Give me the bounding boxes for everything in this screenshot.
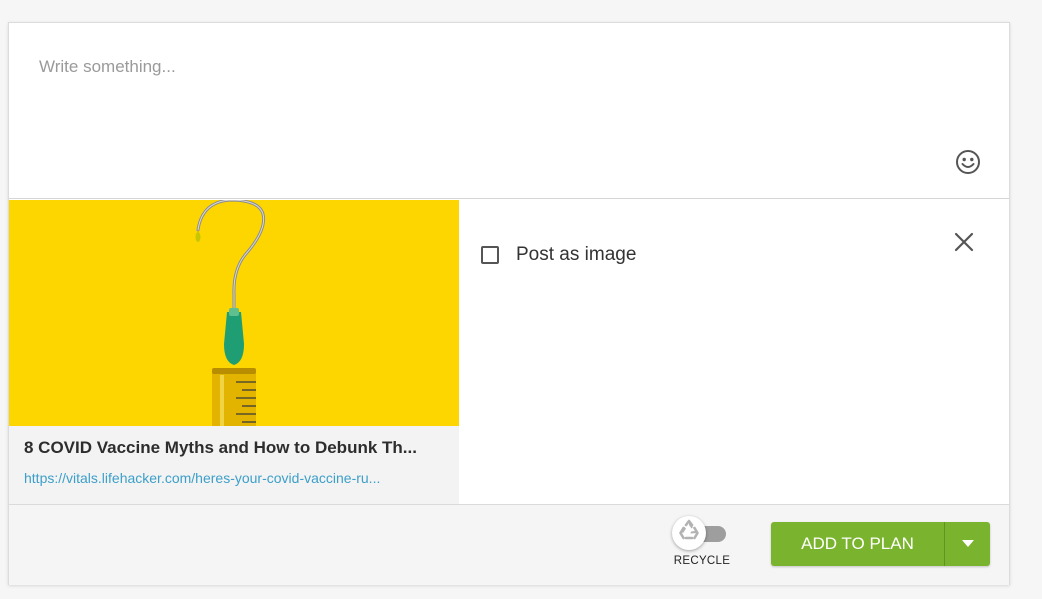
recycle-toggle[interactable]: RECYCLE: [670, 515, 740, 571]
composer-input[interactable]: Write something...: [39, 57, 939, 77]
recycle-toggle-knob[interactable]: [672, 516, 706, 550]
add-to-plan-button-group: ADD TO PLAN: [771, 522, 990, 566]
caret-down-icon: [961, 535, 974, 553]
post-as-image-checkbox[interactable]: [481, 246, 499, 264]
add-to-plan-button[interactable]: ADD TO PLAN: [771, 522, 944, 566]
recycle-label: RECYCLE: [673, 555, 731, 567]
composer-footer: RECYCLE ADD TO PLAN: [9, 504, 1009, 585]
recycle-icon: [676, 518, 702, 549]
close-icon[interactable]: [954, 232, 974, 252]
composer-area[interactable]: Write something...: [9, 23, 1009, 199]
link-preview-url[interactable]: https://vitals.lifehacker.com/heres-your…: [24, 470, 439, 486]
post-composer-card: Write something... 8 COVID Vaccine Myths…: [8, 22, 1010, 585]
smiley-face-icon[interactable]: [955, 149, 981, 175]
link-preview-image: [9, 200, 459, 426]
link-preview-meta[interactable]: 8 COVID Vaccine Myths and How to Debunk …: [9, 426, 459, 504]
post-as-image-label: Post as image: [516, 244, 637, 265]
post-as-image-option[interactable]: Post as image: [481, 244, 636, 266]
add-to-plan-dropdown-button[interactable]: [945, 522, 990, 566]
link-preview-title[interactable]: 8 COVID Vaccine Myths and How to Debunk …: [24, 438, 449, 458]
